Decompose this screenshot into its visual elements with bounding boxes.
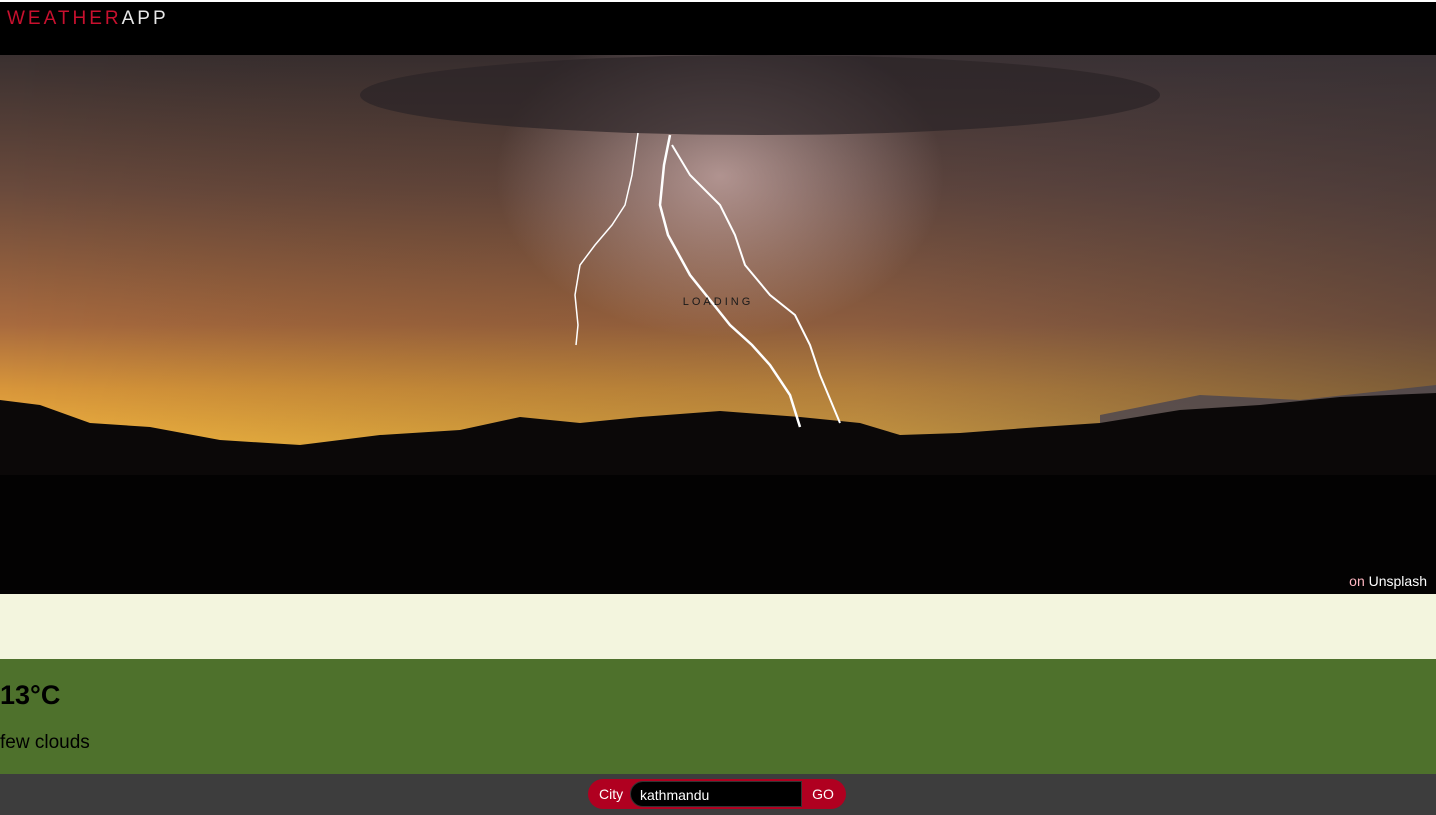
weather-description: few clouds bbox=[0, 732, 90, 753]
logo-weather-text: WEATHER bbox=[7, 8, 122, 29]
search-footer: City kathmandu GO bbox=[0, 774, 1436, 815]
lightning-storm-photo bbox=[0, 55, 1436, 594]
app-header: WEATHERAPP bbox=[0, 0, 1436, 55]
city-input[interactable]: kathmandu bbox=[630, 781, 802, 807]
logo-app-text: APP bbox=[121, 8, 169, 29]
city-label: City bbox=[599, 786, 624, 802]
photo-credit[interactable]: on Unsplash bbox=[1349, 573, 1427, 589]
hero-background-photo: LOADING on Unsplash bbox=[0, 55, 1436, 594]
weather-info-panel: 13°C few clouds bbox=[0, 659, 1436, 774]
temperature-readout: 13°C bbox=[0, 680, 61, 710]
photo-credit-on-text: on bbox=[1349, 573, 1365, 589]
photo-credit-source-link[interactable]: Unsplash bbox=[1369, 573, 1427, 589]
city-search-form: City kathmandu GO bbox=[588, 779, 846, 809]
app-logo[interactable]: WEATHERAPP bbox=[7, 8, 169, 30]
loading-status-text: LOADING bbox=[682, 296, 754, 308]
go-button[interactable]: GO bbox=[802, 786, 844, 802]
cream-divider-band bbox=[0, 594, 1436, 659]
weather-app-page: WEATHERAPP LOADING on Unsplash 13°C few … bbox=[0, 0, 1436, 815]
